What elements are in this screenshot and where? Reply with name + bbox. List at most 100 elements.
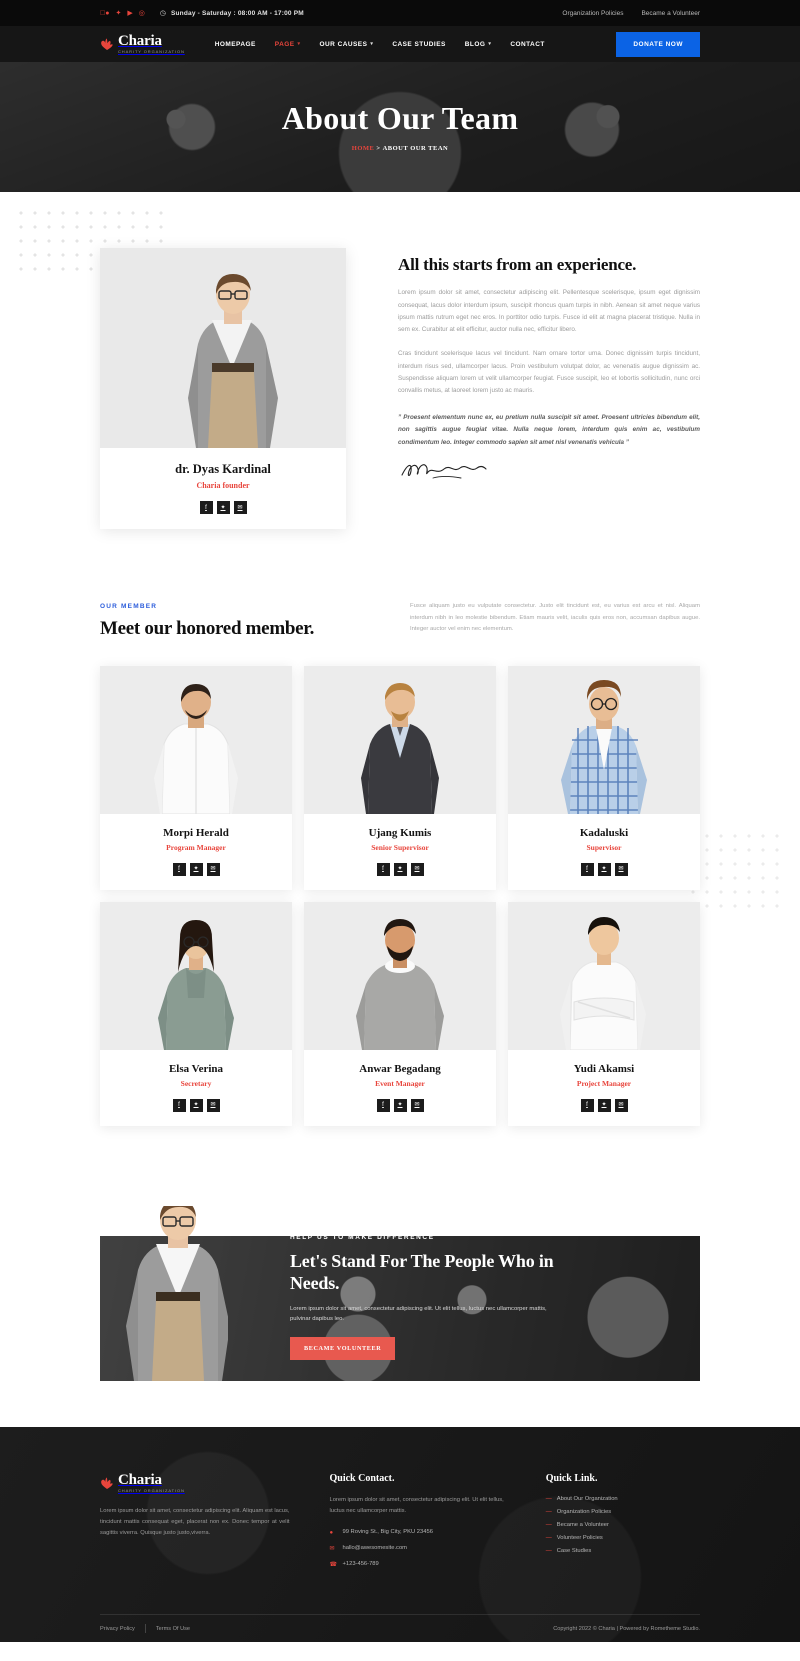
nav-item-contact[interactable]: CONTACT bbox=[510, 41, 544, 48]
office-hours-text: Sunday - Saturday : 08:00 AM - 17:00 PM bbox=[165, 9, 304, 17]
email-icon[interactable]: ✉ bbox=[410, 862, 424, 876]
location-pin-icon: ● bbox=[329, 1530, 334, 1537]
nav-item-case-studies[interactable]: CASE STUDIES bbox=[392, 41, 445, 48]
footer-link-label: About Our Organization bbox=[556, 1495, 618, 1502]
twitter-icon[interactable]: ✦ bbox=[189, 1098, 203, 1112]
about-paragraph-2: Cras tincidunt scelerisque lacus vel tin… bbox=[398, 350, 700, 395]
member-role: Project Manager bbox=[576, 1078, 632, 1088]
footer-link-volunteer-policies[interactable]: — Volunteer Policies bbox=[546, 1535, 700, 1541]
main-navbar: Charia Charity Organization HOMEPAGE PAG… bbox=[0, 26, 800, 62]
cta-eyebrow: HELP US TO MAKE DIFFERENCE bbox=[290, 1233, 435, 1241]
nav-label: HOMEPAGE bbox=[214, 40, 256, 48]
member-photo bbox=[100, 665, 292, 814]
email-icon[interactable]: ✉ bbox=[206, 1098, 220, 1112]
envelope-icon: ✉ bbox=[329, 1546, 335, 1553]
contact-phone[interactable]: ☎ +123-456-789 bbox=[329, 1561, 505, 1570]
site-footer: Charia Charity Organization Lorem ipsum … bbox=[0, 1426, 800, 1643]
nav-item-homepage[interactable]: HOMEPAGE bbox=[215, 41, 256, 48]
top-bar-left: ● ✦ ▶ ◎ ◷ Sunday - Saturday : 08:00 AM … bbox=[100, 9, 304, 18]
top-link-became-a-volunteer[interactable]: Became a Volunteer bbox=[641, 10, 700, 17]
member-name: Elsa Verina bbox=[168, 1062, 224, 1075]
member-card[interactable]: Kadaluski Supervisor f ✦ ✉ bbox=[508, 665, 700, 890]
email-icon[interactable]: ✉ bbox=[233, 501, 247, 514]
facebook-icon[interactable]: f bbox=[172, 1098, 186, 1112]
breadcrumb-home[interactable]: HOME bbox=[352, 145, 375, 152]
email-icon[interactable]: ✉ bbox=[410, 1098, 424, 1112]
page-hero: About Our Team HOME > ABOUT OUR TEAN bbox=[0, 62, 800, 192]
cta-text-block: HELP US TO MAKE DIFFERENCE Let's Stand F… bbox=[290, 1234, 560, 1361]
nav-label: CONTACT bbox=[510, 40, 545, 48]
divider bbox=[144, 1624, 146, 1634]
founder-signature bbox=[398, 459, 700, 481]
facebook-icon[interactable]: f bbox=[376, 862, 390, 876]
member-socials: f ✦ ✉ bbox=[508, 862, 700, 876]
nav-item-page[interactable]: PAGE ▾ bbox=[275, 41, 301, 48]
nav-item-blog[interactable]: BLOG ▾ bbox=[465, 41, 492, 48]
footer-terms-of-use-link[interactable]: Terms Of Use bbox=[156, 1626, 190, 1632]
members-section: OUR MEMBER Meet our honored member. Fusc… bbox=[0, 529, 800, 1126]
footer-links-title: Quick Link. bbox=[545, 1472, 598, 1484]
contact-address-text: 99 Roving St., Big City, PKU 23456 bbox=[342, 1529, 433, 1536]
donate-now-button[interactable]: DONATE NOW bbox=[616, 31, 700, 57]
member-role: Supervisor bbox=[586, 842, 622, 852]
member-socials: f ✦ ✉ bbox=[304, 1098, 496, 1112]
footer-contact-title: Quick Contact. bbox=[329, 1472, 395, 1484]
top-bar-social-list: ● ✦ ▶ ◎ bbox=[100, 10, 145, 17]
email-icon[interactable]: ✉ bbox=[614, 862, 628, 876]
footer-link-list: — About Our Organization — Organization Po… bbox=[546, 1496, 700, 1554]
member-role: Program Manager bbox=[166, 842, 226, 852]
breadcrumb: HOME > ABOUT OUR TEAN bbox=[282, 145, 519, 152]
brand-tagline: Charity Organization bbox=[118, 49, 185, 54]
nav-label: CASE STUDIES bbox=[392, 40, 446, 48]
facebook-icon[interactable]: ● bbox=[100, 10, 109, 17]
twitter-icon[interactable]: ✦ bbox=[597, 1098, 611, 1112]
footer-about-text: Lorem ipsum dolor sit amet, consectetur … bbox=[100, 1507, 290, 1537]
member-name: Yudi Akamsi bbox=[573, 1062, 635, 1075]
member-card[interactable]: Morpi Herald Program Manager f ✦ ✉ bbox=[100, 665, 292, 890]
bullet-dash-icon: — bbox=[545, 1534, 552, 1541]
email-icon[interactable]: ✉ bbox=[614, 1098, 628, 1112]
twitter-icon[interactable]: ✦ bbox=[393, 1098, 407, 1112]
facebook-icon[interactable]: f bbox=[580, 862, 594, 876]
nav-label: PAGE bbox=[274, 40, 295, 48]
footer-link-about-our-organization[interactable]: — About Our Organization bbox=[546, 1496, 700, 1502]
footer-logo[interactable]: Charia Charity Organization bbox=[100, 1472, 289, 1493]
facebook-icon[interactable]: f bbox=[199, 501, 213, 514]
member-socials: f ✦ ✉ bbox=[508, 1098, 700, 1112]
footer-link-became-a-volunteer[interactable]: — Became a Volunteer bbox=[546, 1522, 700, 1528]
member-card[interactable]: Yudi Akamsi Project Manager f ✦ ✉ bbox=[508, 901, 700, 1126]
twitter-icon[interactable]: ✦ bbox=[393, 862, 407, 876]
email-icon[interactable]: ✉ bbox=[206, 862, 220, 876]
twitter-icon[interactable]: ✦ bbox=[115, 10, 121, 17]
clock-icon: ◷ bbox=[154, 10, 166, 17]
contact-email[interactable]: ✉ hallo@awesomesite.com bbox=[329, 1545, 505, 1554]
member-card[interactable]: Anwar Begadang Event Manager f ✦ ✉ bbox=[304, 901, 496, 1126]
footer-link-organization-policies[interactable]: — Organization Policies bbox=[546, 1509, 700, 1515]
footer-privacy-policy-link[interactable]: Privacy Policy bbox=[100, 1626, 135, 1632]
nav-label: OUR CAUSES bbox=[319, 40, 368, 48]
contact-email-text: hallo@awesomesite.com bbox=[342, 1545, 408, 1552]
nav-menu: HOMEPAGE PAGE ▾ OUR CAUSES ▾ CASE STUDIES … bbox=[215, 41, 545, 48]
top-bar-links: Organization Policies Became a Volunteer bbox=[562, 10, 700, 17]
member-socials: f ✦ ✉ bbox=[100, 862, 292, 876]
top-link-organization-policies[interactable]: Organization Policies bbox=[562, 10, 623, 17]
facebook-icon[interactable]: f bbox=[376, 1098, 390, 1112]
member-card[interactable]: Elsa Verina Secretary f ✦ ✉ bbox=[100, 901, 292, 1126]
became-volunteer-button[interactable]: BECAME VOLUNTEER bbox=[290, 1337, 396, 1361]
site-logo[interactable]: Charia Charity Organization bbox=[100, 34, 185, 54]
nav-label: BLOG bbox=[464, 40, 486, 48]
twitter-icon[interactable]: ✦ bbox=[189, 862, 203, 876]
founder-name: dr. Dyas Kardinal bbox=[175, 462, 271, 476]
member-socials: f ✦ ✉ bbox=[304, 862, 496, 876]
footer-link-case-studies[interactable]: — Case Studies bbox=[546, 1548, 700, 1554]
members-description: Fusce aliquam justo eu vulputate consect… bbox=[410, 603, 700, 633]
member-card[interactable]: Ujang Kumis Senior Supervisor f ✦ ✉ bbox=[304, 665, 496, 890]
twitter-icon[interactable]: ✦ bbox=[597, 862, 611, 876]
youtube-icon[interactable]: ▶ bbox=[127, 10, 132, 17]
twitter-icon[interactable]: ✦ bbox=[216, 501, 230, 514]
founder-card: dr. Dyas Kardinal Charia founder f ✦ ✉ bbox=[100, 248, 346, 529]
instagram-icon[interactable]: ◎ bbox=[139, 10, 145, 17]
nav-item-our-causes[interactable]: OUR CAUSES ▾ bbox=[320, 41, 374, 48]
facebook-icon[interactable]: f bbox=[580, 1098, 594, 1112]
facebook-icon[interactable]: f bbox=[172, 862, 186, 876]
